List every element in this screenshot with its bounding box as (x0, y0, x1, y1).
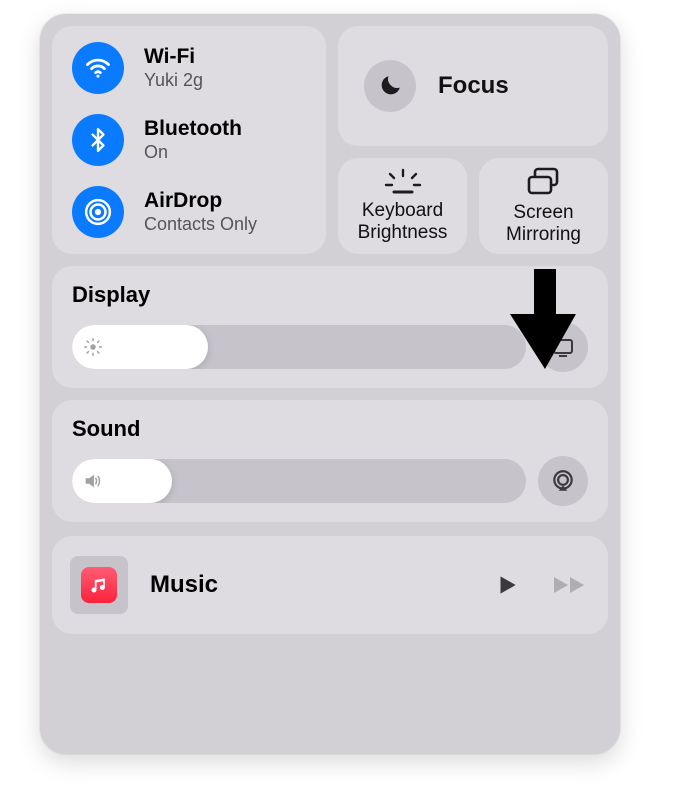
sound-section: Sound (52, 400, 608, 522)
top-row: Wi-Fi Yuki 2g Bluetooth On (52, 26, 608, 254)
sound-fill (72, 459, 172, 503)
fast-forward-icon (552, 572, 590, 598)
display-section: Display (52, 266, 608, 388)
focus-button[interactable]: Focus (338, 26, 608, 146)
keyboard-brightness-label: Keyboard Brightness (346, 200, 459, 244)
airplay-audio-icon (550, 468, 576, 494)
wifi-text: Wi-Fi Yuki 2g (144, 45, 203, 90)
connectivity-tile: Wi-Fi Yuki 2g Bluetooth On (52, 26, 326, 254)
music-label: Music (150, 571, 472, 599)
bluetooth-sub: On (144, 142, 242, 163)
speaker-small-icon (82, 470, 104, 492)
wifi-icon (72, 42, 124, 94)
now-playing-tile[interactable]: Music (52, 536, 608, 634)
airdrop-sub: Contacts Only (144, 214, 257, 235)
keyboard-brightness-icon (382, 168, 424, 196)
screen-mirroring-label: Screen Mirroring (487, 202, 600, 246)
wifi-toggle[interactable]: Wi-Fi Yuki 2g (72, 42, 306, 94)
bluetooth-toggle[interactable]: Bluetooth On (72, 114, 306, 166)
music-app-icon (81, 567, 117, 603)
sound-heading: Sound (72, 416, 588, 442)
right-column: Focus Keyboard Brightness (338, 26, 608, 254)
play-button[interactable] (494, 572, 520, 598)
wifi-sub: Yuki 2g (144, 70, 203, 91)
airdrop-text: AirDrop Contacts Only (144, 189, 257, 234)
keyboard-brightness-button[interactable]: Keyboard Brightness (338, 158, 467, 254)
next-button[interactable] (552, 572, 590, 598)
display-fill (72, 325, 208, 369)
airdrop-title: AirDrop (144, 189, 257, 213)
bluetooth-text: Bluetooth On (144, 117, 242, 162)
control-center: Wi-Fi Yuki 2g Bluetooth On (40, 14, 620, 754)
album-art (70, 556, 128, 614)
sound-slider[interactable] (72, 459, 526, 503)
screen-mirroring-icon (524, 166, 564, 198)
airdrop-icon (72, 186, 124, 238)
airdrop-toggle[interactable]: AirDrop Contacts Only (72, 186, 306, 238)
focus-label: Focus (438, 72, 509, 100)
play-icon (494, 572, 520, 598)
display-heading: Display (72, 282, 588, 308)
screen-mirroring-button[interactable]: Screen Mirroring (479, 158, 608, 254)
monitor-icon (551, 335, 575, 359)
sun-small-icon (82, 336, 104, 358)
display-slider[interactable] (72, 325, 526, 369)
bluetooth-title: Bluetooth (144, 117, 242, 141)
moon-icon (364, 60, 416, 112)
bluetooth-icon (72, 114, 124, 166)
wifi-title: Wi-Fi (144, 45, 203, 69)
display-options-button[interactable] (538, 322, 588, 372)
mini-row: Keyboard Brightness Screen Mirroring (338, 158, 608, 254)
sound-output-button[interactable] (538, 456, 588, 506)
